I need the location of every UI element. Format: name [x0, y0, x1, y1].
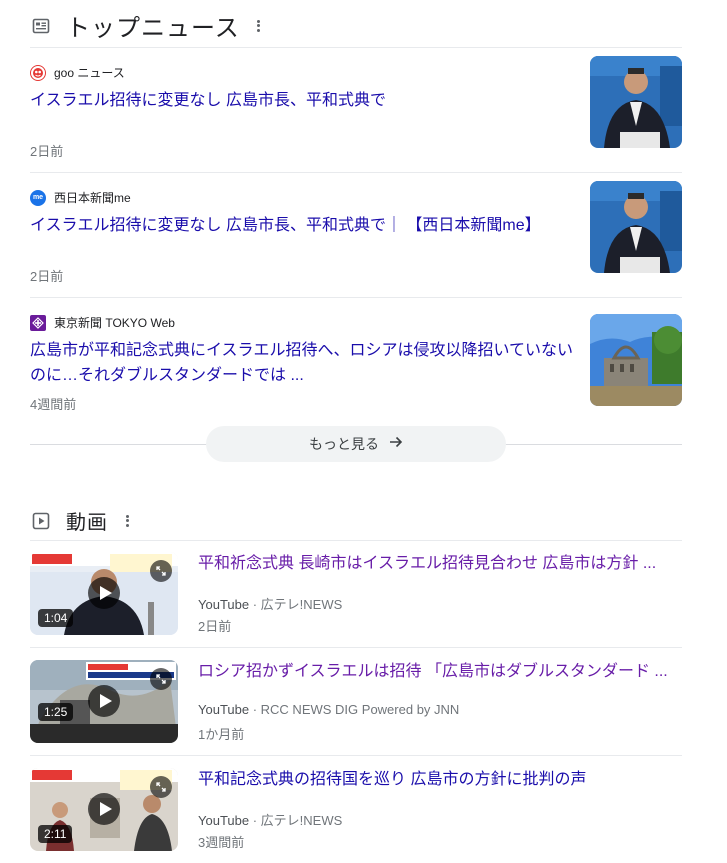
play-box-icon — [30, 510, 52, 532]
video-duration: 1:25 — [38, 703, 74, 721]
tokyo-shimbun-favicon-icon — [30, 314, 46, 331]
news-time: 2日前 — [30, 144, 64, 159]
video-thumbnail[interactable]: 2:11 — [30, 768, 178, 851]
news-time: 2日前 — [30, 269, 64, 284]
video-title[interactable]: ロシア招かずイスラエルは招待 「広島市はダブルスタンダード ... — [198, 660, 668, 684]
news-item[interactable]: me 西日本新聞me イスラエル招待に変更なし 広島市長、平和式典で｜ 【西日本… — [30, 181, 682, 299]
expand-icon[interactable] — [150, 776, 172, 798]
news-thumbnail[interactable] — [590, 314, 682, 406]
news-source: 東京新聞 TOKYO Web — [30, 314, 175, 331]
play-icon[interactable] — [88, 577, 120, 609]
video-title[interactable]: 平和祈念式典 長崎市はイスラエル招待見合わせ 広島市は方針 ... — [198, 552, 668, 576]
more-news-label: もっと見る — [309, 436, 379, 452]
divider — [30, 540, 682, 541]
news-item[interactable]: 東京新聞 TOKYO Web 広島市が平和記念式典にイスラエル招待へ、ロシアは侵… — [30, 314, 682, 424]
video-meta: YouTube · 広テレ!NEWS — [198, 597, 343, 612]
video-time: 1か月前 — [198, 727, 245, 742]
play-icon[interactable] — [88, 685, 120, 717]
nishinippon-favicon-icon: me — [30, 189, 46, 206]
news-item[interactable]: goo ニュース イスラエル招待に変更なし 広島市長、平和式典で 2日前 — [30, 56, 682, 174]
video-time: 2日前 — [198, 619, 232, 634]
news-title[interactable]: 広島市が平和記念式典にイスラエル招待へ、ロシアは侵攻以降招いていないのに…それダ… — [30, 338, 578, 388]
video-channel: RCC NEWS DIG Powered by JNN — [260, 702, 460, 717]
news-source: goo ニュース — [30, 64, 125, 81]
divider — [30, 647, 682, 648]
goo-news-favicon-icon — [30, 64, 46, 81]
news-title[interactable]: イスラエル招待に変更なし 広島市長、平和式典で — [30, 88, 578, 113]
videos-more-options-icon[interactable] — [122, 512, 132, 530]
video-thumbnail[interactable]: 1:04 — [30, 552, 178, 635]
divider — [30, 755, 682, 756]
news-time: 4週間前 — [30, 397, 77, 412]
video-platform: YouTube — [198, 597, 250, 612]
videos-title: 動画 — [66, 512, 108, 534]
divider — [30, 172, 682, 173]
video-duration: 2:11 — [38, 825, 73, 843]
video-channel: 広テレ!NEWS — [260, 813, 343, 828]
arrow-right-icon — [389, 435, 403, 454]
video-item[interactable]: 1:25 ロシア招かずイスラエルは招待 「広島市はダブルスタンダード ... Y… — [30, 660, 682, 750]
divider — [30, 297, 682, 298]
news-source: me 西日本新聞me — [30, 189, 131, 206]
more-news-row: もっと見る — [30, 426, 682, 462]
video-thumbnail[interactable]: 1:25 — [30, 660, 178, 743]
videos-header: 動画 — [30, 506, 132, 535]
news-thumbnail[interactable] — [590, 181, 682, 273]
news-source-name: 西日本新聞me — [54, 191, 131, 205]
video-time: 3週間前 — [198, 835, 245, 850]
top-news-title: トップニュース — [66, 15, 240, 42]
video-channel: 広テレ!NEWS — [260, 597, 343, 612]
video-duration: 1:04 — [38, 609, 74, 627]
expand-icon[interactable] — [150, 668, 172, 690]
video-platform: YouTube — [198, 813, 250, 828]
expand-icon[interactable] — [150, 560, 172, 582]
divider — [30, 47, 682, 48]
play-icon[interactable] — [88, 793, 120, 825]
news-thumbnail[interactable] — [590, 56, 682, 148]
more-news-button[interactable]: もっと見る — [206, 426, 506, 462]
video-platform: YouTube — [198, 702, 250, 717]
newspaper-icon — [30, 15, 52, 37]
top-news-more-options-icon[interactable] — [254, 17, 264, 35]
video-item[interactable]: 2:11 平和記念式典の招待国を巡り 広島市の方針に批判の声 YouTube ·… — [30, 768, 682, 858]
news-source-name: 東京新聞 TOKYO Web — [54, 316, 175, 330]
video-meta: YouTube · RCC NEWS DIG Powered by JNN — [198, 702, 460, 717]
video-item[interactable]: 1:04 平和祈念式典 長崎市はイスラエル招待見合わせ 広島市は方針 ... Y… — [30, 552, 682, 642]
video-title[interactable]: 平和記念式典の招待国を巡り 広島市の方針に批判の声 — [198, 768, 668, 792]
video-meta: YouTube · 広テレ!NEWS — [198, 813, 343, 828]
news-title[interactable]: イスラエル招待に変更なし 広島市長、平和式典で｜ 【西日本新聞me】 — [30, 213, 578, 238]
news-source-name: goo ニュース — [54, 66, 125, 80]
top-news-header: トップニュース — [30, 8, 264, 43]
